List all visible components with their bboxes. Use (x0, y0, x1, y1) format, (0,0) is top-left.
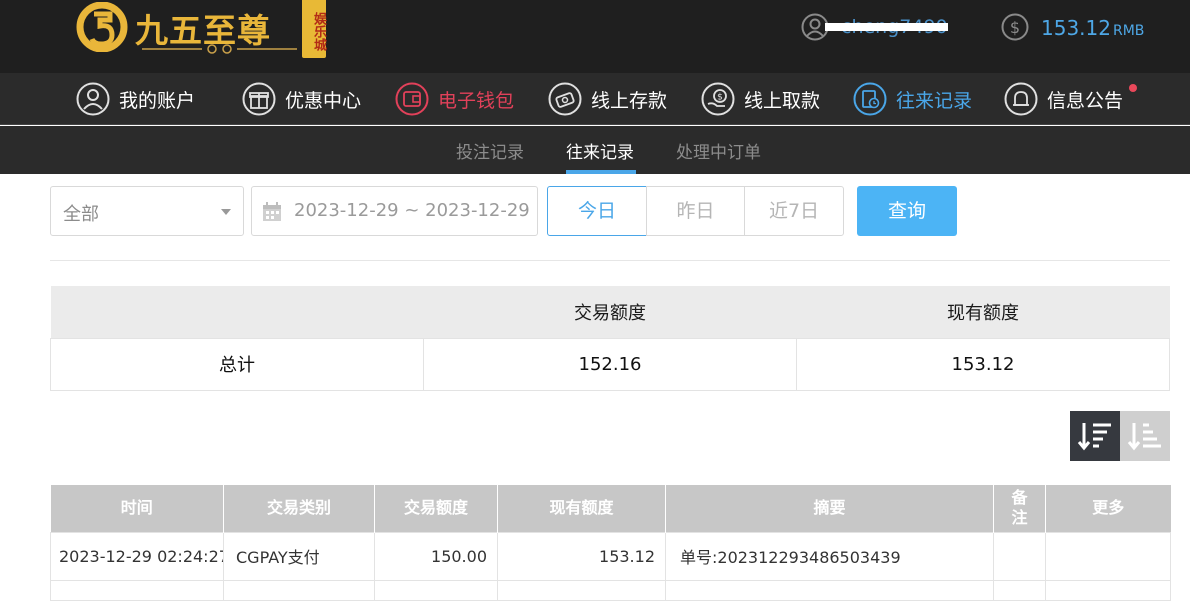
sort-ascending-button[interactable] (1120, 411, 1170, 461)
summary-total-row: 总计 152.16 153.12 (50, 337, 1170, 391)
summary-cell: 153.12 (796, 337, 1170, 391)
cell-remark (993, 531, 1046, 581)
chevron-down-icon (221, 209, 231, 215)
top-header: 九五至尊 娱乐城 cheng7490 $ 153.12RMB (0, 0, 1190, 73)
nav-item-label: 线上存款 (591, 89, 668, 112)
records-table: 时间 交易类别 交易额度 现有额度 摘要 备注 更多 2023-12-29 02… (50, 485, 1171, 601)
svg-text:$: $ (1010, 18, 1020, 37)
cell-balance: 153.12 (497, 531, 666, 581)
cell-empty (223, 579, 375, 601)
user-icon (76, 82, 110, 116)
column-header-remark: 备注 (993, 485, 1046, 532)
nav-item-label: 线上取款 (744, 89, 821, 112)
nav-item-label: 信息公告 (1047, 89, 1124, 112)
summary-cell: 总计 (50, 337, 424, 391)
cell-empty (665, 579, 994, 601)
nav-item-label: 我的账户 (119, 89, 196, 112)
nav-item-my-account[interactable]: 我的账户 (76, 82, 195, 116)
logo-emblem-icon (76, 2, 128, 52)
withdraw-icon: $ (701, 82, 735, 116)
cell-amount: 150.00 (374, 531, 498, 581)
sub-nav: 投注记录 往来记录 处理中订单 (0, 126, 1190, 174)
tab-transaction-records[interactable]: 往来记录 (566, 138, 634, 163)
divider (50, 260, 1170, 261)
yesterday-button[interactable]: 昨日 (646, 186, 745, 236)
query-button[interactable]: 查询 (857, 186, 957, 236)
tab-bet-records[interactable]: 投注记录 (456, 138, 524, 163)
nav-item-label: 优惠中心 (285, 89, 362, 112)
today-button[interactable]: 今日 (547, 186, 647, 236)
balance-amount: 153.12 RMB (1041, 16, 1144, 40)
column-header-time: 时间 (50, 485, 224, 532)
column-header-amount: 交易额度 (374, 485, 498, 532)
balance-value: 153.12 (1041, 16, 1111, 40)
cell-empty (374, 579, 498, 601)
cell-empty (50, 579, 224, 601)
cell-summary: 单号:202312293486503439 (665, 531, 994, 581)
summary-header-cell: 现有额度 (796, 286, 1170, 338)
sort-ascending-icon (1127, 423, 1161, 451)
summary-header-row: 交易额度 现有额度 (50, 286, 1170, 338)
column-header-balance: 现有额度 (497, 485, 666, 532)
site-logo[interactable]: 九五至尊 娱乐城 (72, 0, 332, 62)
table-row[interactable]: 2023-12-29 02:24:27 CGPAY支付 150.00 153.1… (50, 531, 1171, 581)
summary-header-cell (50, 286, 424, 338)
logo-badge: 娱乐城 (302, 0, 326, 58)
cell-more[interactable] (1045, 531, 1171, 581)
select-value: 全部 (63, 204, 99, 225)
active-tab-indicator (566, 170, 636, 174)
deposit-icon (548, 82, 582, 116)
table-row (50, 579, 1171, 601)
records-header-row: 时间 交易类别 交易额度 现有额度 摘要 备注 更多 (50, 485, 1171, 532)
nav-item-label: 往来记录 (896, 89, 973, 112)
column-header-type: 交易类别 (223, 485, 375, 532)
wallet-icon (395, 82, 429, 116)
nav-item-announcements[interactable]: 信息公告 (1004, 82, 1138, 116)
dollar-coin-icon: $ (1001, 13, 1029, 41)
nav-item-e-wallet[interactable]: 电子钱包 (395, 82, 514, 116)
transaction-type-select[interactable]: 全部 (50, 186, 244, 236)
last-7-days-button[interactable]: 近7日 (744, 186, 844, 236)
summary-cell: 152.16 (423, 337, 797, 391)
cell-empty (1045, 579, 1171, 601)
column-header-summary: 摘要 (665, 485, 994, 532)
main-nav: 我的账户 优惠中心 电子钱包 线上存款 $ 线上取款 往来记录 信息公告 (0, 73, 1190, 125)
tab-pending-orders[interactable]: 处理中订单 (676, 138, 761, 163)
calendar-icon (263, 202, 281, 221)
cell-time: 2023-12-29 02:24:27 (50, 531, 224, 581)
notification-dot (1129, 84, 1138, 92)
column-header-more: 更多 (1045, 485, 1171, 532)
cell-empty (993, 579, 1046, 601)
cell-type: CGPAY支付 (223, 531, 375, 581)
nav-item-online-withdraw[interactable]: $ 线上取款 (701, 82, 820, 116)
summary-table: 交易额度 现有额度 总计 152.16 153.12 (50, 286, 1170, 391)
logo-ornament-icon (142, 44, 297, 54)
username-redaction (825, 23, 948, 31)
date-range-input[interactable]: 2023-12-29 ~ 2023-12-29 (251, 186, 538, 236)
balance-unit: RMB (1112, 23, 1145, 39)
sort-descending-icon (1077, 423, 1111, 451)
nav-item-promotions[interactable]: 优惠中心 (242, 82, 361, 116)
records-icon (853, 82, 887, 116)
date-range-value: 2023-12-29 ~ 2023-12-29 (294, 200, 530, 221)
nav-item-transaction-records[interactable]: 往来记录 (853, 82, 972, 116)
nav-item-label: 电子钱包 (438, 89, 515, 112)
svg-text:$: $ (717, 93, 723, 103)
gift-icon (242, 82, 276, 116)
cell-empty (497, 579, 666, 601)
sort-descending-button[interactable] (1070, 411, 1120, 461)
bell-icon (1004, 82, 1038, 116)
summary-header-cell: 交易额度 (423, 286, 797, 338)
nav-item-online-deposit[interactable]: 线上存款 (548, 82, 667, 116)
